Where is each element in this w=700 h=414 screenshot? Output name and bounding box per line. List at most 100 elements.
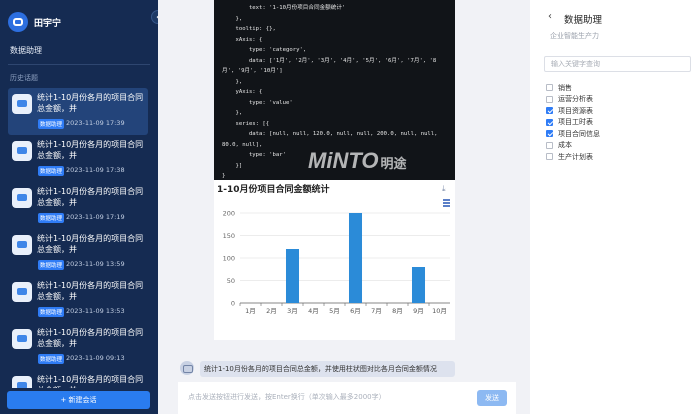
code-line: type: 'value' (222, 99, 293, 106)
conversation-title: 统计1-10月份各月的项目合同总金额，并 (37, 93, 144, 113)
checkbox[interactable] (546, 153, 553, 161)
code-line: type: 'category', (222, 47, 307, 53)
table-list: 销售运营分析表项目资源表项目工时表项目合同信息 成本生产计划表 (546, 82, 600, 163)
conversation-title: 统计1-10月份各月的项目合同总金额，并 (37, 187, 144, 207)
code-line: series: [{ (222, 120, 270, 127)
code-line: }, (222, 110, 243, 116)
table-option[interactable]: 项目资源表 (546, 105, 600, 117)
user-profile[interactable]: 田宇宁 (8, 12, 61, 32)
table-option[interactable]: 运营分析表 (546, 94, 600, 106)
avatar (8, 12, 28, 32)
x-tick-label: 1月 (245, 307, 256, 315)
code-line: text: '1-10月份项目合同金额统计' (222, 5, 346, 11)
conversation-title: 统计1-10月份各月的项目合同总金额，并 (37, 281, 144, 301)
app-root: 田宇宁 数据助理 历史话题 统计1-10月份各月的项目合同总金额，并 数据助理 20… (0, 0, 700, 414)
y-tick-label: 200 (223, 210, 235, 218)
composer: 点击发送按钮进行发送，按Enter换行（单次输入最多2000字） 发送 (178, 382, 516, 414)
table-option[interactable]: 项目工时表 (546, 117, 600, 129)
y-tick-label: 100 (223, 255, 235, 263)
code-line: data: [null, null, 120.0, null, null, 20… (222, 131, 438, 137)
robot-icon (180, 361, 194, 375)
download-icon[interactable]: ⤓ (442, 184, 446, 194)
x-tick-label: 10月 (432, 307, 447, 315)
robot-icon (12, 329, 32, 349)
checkbox[interactable] (546, 95, 553, 103)
robot-icon (12, 188, 32, 208)
code-line: tooltip: {}, (222, 26, 276, 32)
conversation-item[interactable]: 统计1-10月份各月的项目合同总金额，并数据助理 2023-11-09 09:13 (8, 323, 148, 370)
conversation-item[interactable]: 统计1-10月份各月的项目合同总金额，并 数据助理 2023-11-09 17:19 (8, 182, 148, 229)
conversation-title: 统计1-10月份各月的项目合同总金额，并 (37, 234, 144, 254)
conversation-item[interactable]: 统计1-10月份各月的项目合同总金额，并 数据助理 2023-11-09 17:38 (8, 135, 148, 182)
checkbox[interactable] (546, 84, 553, 92)
divider (8, 64, 150, 65)
robot-icon (12, 94, 32, 114)
x-tick-label: 4月 (308, 307, 319, 315)
x-tick-label: 2月 (266, 307, 277, 315)
conversation-tag: 数据助理 (38, 213, 65, 223)
conversation-item[interactable]: 统计1-10月份各月的项目合同总金额，并数据助理 2023-11-09 13:53 (8, 276, 148, 323)
code-line: }, (222, 78, 243, 85)
back-icon[interactable]: ‹ (548, 11, 552, 22)
x-tick-label: 3月 (287, 307, 298, 315)
table-name: 销售 (558, 83, 572, 92)
conversation-tag: 数据助理 (38, 260, 65, 270)
table-option[interactable]: 项目合同信息 (546, 128, 600, 140)
robot-icon (12, 376, 32, 388)
checkbox[interactable] (546, 118, 553, 126)
new-chat-button[interactable]: + 新建会话 (7, 391, 150, 409)
history-section-label: 历史话题 (10, 74, 38, 82)
checkbox[interactable] (546, 130, 553, 138)
table-name: 成本 (558, 141, 572, 150)
conversation-item[interactable]: 统计1-10月份各月的项目合同总金额，并数据助理 2023-11-09 17:39 (8, 88, 148, 135)
watermark-logo: MiNTO 明途 (308, 148, 407, 174)
table-name: 项目工时表 (558, 118, 593, 127)
conversation-item[interactable]: 统计1-10月份各月的项目合同总金额，并 数据助理 2023-11-09 13:59 (8, 229, 148, 276)
checkbox[interactable] (546, 107, 553, 115)
sidebar-title: 数据助理 (10, 46, 42, 55)
code-line: }, (222, 15, 243, 22)
conversation-title: 统计1-10月份各月的项目合同总金额，并 (37, 375, 144, 388)
robot-icon (13, 18, 23, 26)
conversation-time: 2023-11-09 17:39 (66, 119, 125, 127)
table-name: 项目合同信息 (558, 129, 600, 138)
chart-title: 1-10月份项目合同金额统计 (217, 185, 330, 195)
message-input[interactable]: 点击发送按钮进行发送，按Enter换行（单次输入最多2000字） (188, 392, 386, 402)
sidebar: 田宇宁 数据助理 历史话题 统计1-10月份各月的项目合同总金额，并 数据助理 20… (0, 0, 158, 414)
y-tick-label: 150 (223, 232, 235, 240)
x-tick-label: 9月 (413, 307, 424, 315)
code-line: yAxis: { (222, 89, 263, 95)
table-name: 生产计划表 (558, 152, 593, 161)
user-name: 田宇宁 (34, 18, 62, 29)
watermark-text: MiNTO (308, 148, 379, 173)
conversation-tag: 数据助理 (38, 354, 65, 364)
table-option[interactable]: 生产计划表 (546, 151, 600, 163)
conversation-title: 统计1-10月份各月的项目合同总金额，并 (37, 328, 144, 348)
conversation-tag: 数据助理 (38, 307, 65, 317)
conversation-title: 统计1-10月份各月的项目合同总金额，并 (37, 140, 144, 160)
right-panel: ‹ 数据助理 企业智能生产力 输入关键字查询 销售 运营分析表 项目资源表 项目工时表… (530, 0, 700, 414)
keyword-search-input[interactable]: 输入关键字查询 (544, 56, 691, 72)
conversation-time: 2023-11-09 09:13 (66, 354, 125, 362)
panel-subtitle: 企业智能生产力 (550, 32, 599, 40)
code-line: data: ['1月', '2月', '3月', '4月', '5月', '6月… (222, 57, 437, 64)
checkbox[interactable] (546, 141, 553, 149)
x-tick-label: 8月 (392, 307, 403, 315)
conversation-item[interactable]: 统计1-10月份各月的项目合同总金额，并数据助理 (8, 370, 148, 388)
table-option[interactable]: 成本 (546, 140, 600, 152)
code-line: 月', '9月', '10月'] (222, 68, 283, 74)
conversation-list: 统计1-10月份各月的项目合同总金额，并 数据助理 2023-11-09 17:39… (8, 88, 148, 388)
x-tick-label: 5月 (329, 307, 340, 315)
conversation-tag: 数据助理 (38, 119, 65, 129)
user-query-bubble: 统计1-10月份各月的项目合同总金额，并使用柱状图对比各月合同金额情况 (200, 361, 455, 377)
conversation-tag: 数据助理 (38, 166, 65, 176)
menu-icon[interactable] (443, 199, 450, 207)
robot-icon (12, 282, 32, 302)
table-option[interactable]: 销售 (546, 82, 600, 94)
bar-chart: 0 50 100 150 200 1月 2月 3月 4月 5月 6月 7月 8月 9月 10月 (223, 210, 450, 315)
conversation-time: 2023-11-09 13:53 (66, 307, 125, 315)
table-name: 项目资源表 (558, 106, 593, 115)
bar (411, 267, 426, 303)
table-name: 运营分析表 (558, 95, 593, 104)
send-button[interactable]: 发送 (477, 390, 507, 406)
